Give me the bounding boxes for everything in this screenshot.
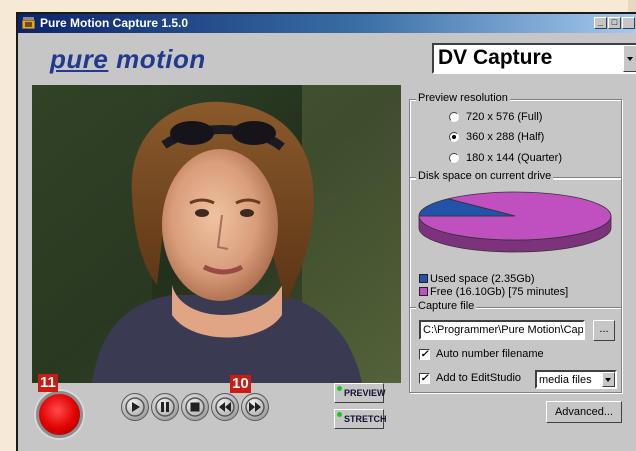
used-swatch-icon [419, 274, 428, 283]
app-icon [22, 17, 35, 29]
pure-motion-logo: pure motion [50, 44, 206, 74]
preview-resolution-group: Preview resolution 720 x 576 (Full) 360 … [409, 92, 622, 179]
pause-icon [155, 397, 175, 417]
check-icon: ✓ [419, 349, 430, 360]
marker-badge-record: 11 [38, 374, 58, 392]
disk-space-label: Disk space on current drive [416, 170, 554, 182]
mode-select[interactable]: DV Capture [432, 43, 636, 74]
close-button[interactable] [622, 17, 635, 29]
play-icon [125, 397, 145, 417]
preview-indicator-icon [337, 386, 342, 391]
check-icon: ✓ [419, 373, 430, 384]
window-title: Pure Motion Capture 1.5.0 [40, 16, 189, 30]
video-preview [32, 85, 401, 383]
chevron-down-icon[interactable] [623, 45, 636, 72]
preview-resolution-label: Preview resolution [416, 92, 510, 104]
marker-badge-transport: 10 [230, 375, 251, 393]
editstudio-target-select[interactable]: media files [535, 370, 617, 389]
browse-button[interactable]: ... [593, 320, 615, 341]
stop-icon [185, 397, 205, 417]
minimize-button[interactable]: _ [594, 17, 607, 29]
maximize-button[interactable]: □ [608, 17, 621, 29]
capture-window: Pure Motion Capture 1.5.0 _ □ pure motio… [16, 12, 636, 451]
stretch-toggle-button[interactable]: STRETCH [334, 409, 387, 429]
fast-forward-button[interactable] [241, 393, 269, 421]
disk-usage-pie [418, 191, 612, 253]
fast-forward-icon [245, 397, 265, 417]
preview-toggle-button[interactable]: PREVIEW [334, 383, 386, 403]
preview-frame-image [32, 85, 401, 383]
legend-used: Used space (2.35Gb) [419, 273, 535, 285]
rewind-icon [215, 397, 235, 417]
capture-file-label: Capture file [416, 300, 477, 312]
record-button[interactable] [36, 391, 83, 438]
advanced-button[interactable]: Advanced... [546, 401, 622, 423]
free-swatch-icon [419, 287, 428, 296]
title-bar[interactable]: Pure Motion Capture 1.5.0 _ □ [18, 14, 636, 33]
legend-free: Free (16.10Gb) [75 minutes] [419, 286, 568, 298]
rewind-button[interactable] [211, 393, 239, 421]
capture-file-group: Capture file C:\Programmer\Pure Motion\C… [409, 300, 622, 393]
play-button[interactable] [121, 393, 149, 421]
stretch-indicator-icon [337, 412, 342, 417]
disk-space-group: Disk space on current drive Used space (… [409, 170, 622, 308]
pause-button[interactable] [151, 393, 179, 421]
stop-button[interactable] [181, 393, 209, 421]
capture-file-path-input[interactable]: C:\Programmer\Pure Motion\Cap [419, 320, 585, 340]
chevron-down-icon[interactable] [602, 372, 615, 387]
mode-select-value: DV Capture [438, 46, 553, 69]
